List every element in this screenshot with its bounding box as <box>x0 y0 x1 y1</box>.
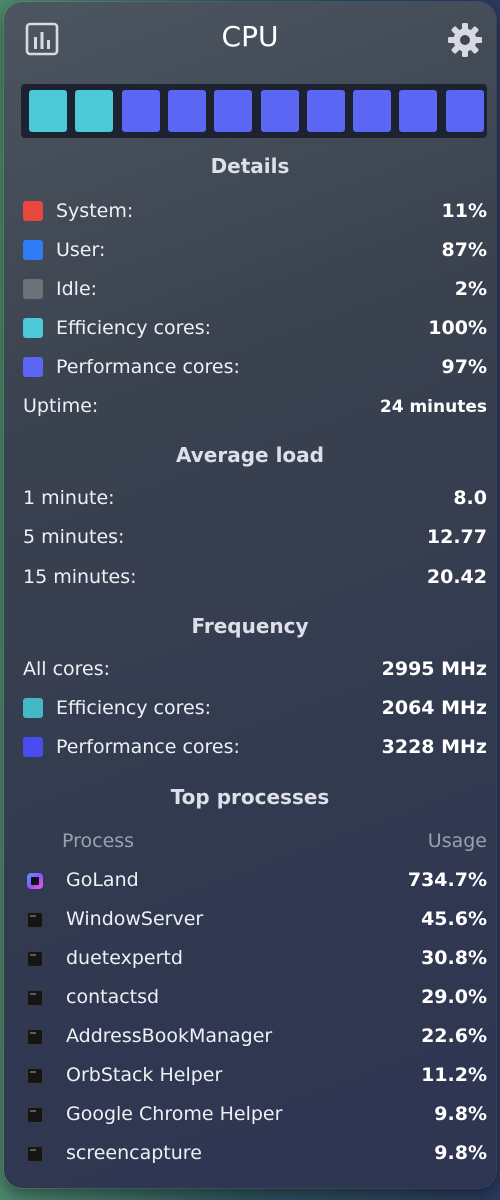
terminal-exec-icon <box>27 912 43 928</box>
efficiency-core-bar <box>29 90 67 132</box>
load-label: 5 minutes: <box>23 526 125 548</box>
efficiency-frequency-swatch <box>23 698 43 718</box>
process-row[interactable]: WindowServer 45.6% <box>23 904 487 936</box>
uptime-label: Uptime: <box>23 395 99 417</box>
average-load-row-5min: 5 minutes: 12.77 <box>23 522 487 554</box>
terminal-exec-icon <box>27 990 43 1006</box>
performance-core-bar <box>122 90 160 132</box>
frequency-label: Performance cores: <box>56 736 240 758</box>
process-usage: 30.8% <box>421 947 487 969</box>
performance-core-bar <box>446 90 484 132</box>
process-table-header: Process Usage <box>23 826 487 858</box>
details-row-idle: Idle: 2% <box>23 274 487 306</box>
gear-icon[interactable] <box>447 22 483 58</box>
core-usage-bars <box>21 84 487 138</box>
process-usage: 734.7% <box>407 869 487 891</box>
process-usage: 11.2% <box>421 1064 487 1086</box>
process-name: OrbStack Helper <box>66 1064 223 1086</box>
details-label: Efficiency cores: <box>56 317 212 339</box>
details-section-title: Details <box>210 154 290 178</box>
process-row[interactable]: duetexpertd 30.8% <box>23 943 487 975</box>
frequency-row-performance-cores: Performance cores: 3228 MHz <box>23 732 487 764</box>
performance-color-swatch <box>23 357 43 377</box>
efficiency-color-swatch <box>23 318 43 338</box>
panel-title: CPU <box>221 20 279 53</box>
system-color-swatch <box>23 201 43 221</box>
load-value: 12.77 <box>426 526 487 548</box>
details-value: 97% <box>441 356 487 378</box>
performance-core-bar <box>307 90 345 132</box>
process-name: WindowServer <box>66 908 204 930</box>
performance-core-bar <box>214 90 252 132</box>
performance-frequency-swatch <box>23 737 43 757</box>
frequency-value: 3228 MHz <box>381 736 487 758</box>
process-name: contactsd <box>66 986 160 1008</box>
details-label: Idle: <box>56 278 98 300</box>
process-name: AddressBookManager <box>66 1025 273 1047</box>
average-load-row-15min: 15 minutes: 20.42 <box>23 562 487 594</box>
process-row[interactable]: OrbStack Helper 11.2% <box>23 1060 487 1092</box>
panel-header: CPU <box>4 2 496 78</box>
details-row-user: User: 87% <box>23 235 487 267</box>
process-usage: 9.8% <box>434 1142 487 1164</box>
uptime-value: 24 minutes <box>379 397 487 417</box>
performance-core-bar <box>261 90 299 132</box>
terminal-exec-icon <box>27 951 43 967</box>
load-value: 8.0 <box>453 487 487 509</box>
goland-app-icon <box>27 873 43 889</box>
details-label: User: <box>56 239 106 261</box>
details-row-performance-cores: Performance cores: 97% <box>23 352 487 384</box>
performance-core-bar <box>353 90 391 132</box>
terminal-exec-icon <box>27 1146 43 1162</box>
process-name: duetexpertd <box>66 947 183 969</box>
process-name: screencapture <box>66 1142 202 1164</box>
process-usage: 45.6% <box>421 908 487 930</box>
frequency-value: 2064 MHz <box>381 697 487 719</box>
details-value: 100% <box>428 317 487 339</box>
top-processes-section-title: Top processes <box>170 785 330 809</box>
cpu-popup-panel: CPU Details System: 11% User: 87% Idle: … <box>4 2 496 1188</box>
process-row[interactable]: GoLand 734.7% <box>23 865 487 897</box>
process-column-header: Process <box>62 830 135 852</box>
load-label: 15 minutes: <box>23 566 137 588</box>
process-name: Google Chrome Helper <box>66 1103 283 1125</box>
frequency-row-all-cores: All cores: 2995 MHz <box>23 654 487 686</box>
process-usage: 22.6% <box>421 1025 487 1047</box>
details-row-system: System: 11% <box>23 196 487 228</box>
details-value: 11% <box>441 200 487 222</box>
frequency-label: Efficiency cores: <box>56 697 212 719</box>
user-color-swatch <box>23 240 43 260</box>
efficiency-core-bar <box>75 90 113 132</box>
terminal-exec-icon <box>27 1107 43 1123</box>
frequency-section-title: Frequency <box>191 614 309 638</box>
frequency-value: 2995 MHz <box>381 658 487 680</box>
process-row[interactable]: screencapture 9.8% <box>23 1138 487 1170</box>
details-row-efficiency-cores: Efficiency cores: 100% <box>23 313 487 345</box>
process-usage: 29.0% <box>421 986 487 1008</box>
details-label: Performance cores: <box>56 356 240 378</box>
average-load-row-1min: 1 minute: 8.0 <box>23 483 487 515</box>
terminal-exec-icon <box>27 1029 43 1045</box>
details-value: 87% <box>441 239 487 261</box>
load-label: 1 minute: <box>23 487 115 509</box>
load-value: 20.42 <box>426 566 487 588</box>
process-row[interactable]: contactsd 29.0% <box>23 982 487 1014</box>
frequency-label: All cores: <box>23 658 111 680</box>
frequency-row-efficiency-cores: Efficiency cores: 2064 MHz <box>23 693 487 725</box>
details-value: 2% <box>454 278 487 300</box>
process-row[interactable]: AddressBookManager 22.6% <box>23 1021 487 1053</box>
usage-column-header: Usage <box>427 830 487 852</box>
details-label: System: <box>56 200 134 222</box>
details-row-uptime: Uptime: 24 minutes <box>23 391 487 423</box>
process-name: GoLand <box>66 869 139 891</box>
idle-color-swatch <box>23 279 43 299</box>
performance-core-bar <box>399 90 437 132</box>
performance-core-bar <box>168 90 206 132</box>
process-usage: 9.8% <box>434 1103 487 1125</box>
terminal-exec-icon <box>27 1068 43 1084</box>
average-load-section-title: Average load <box>176 443 324 467</box>
process-row[interactable]: Google Chrome Helper 9.8% <box>23 1099 487 1131</box>
